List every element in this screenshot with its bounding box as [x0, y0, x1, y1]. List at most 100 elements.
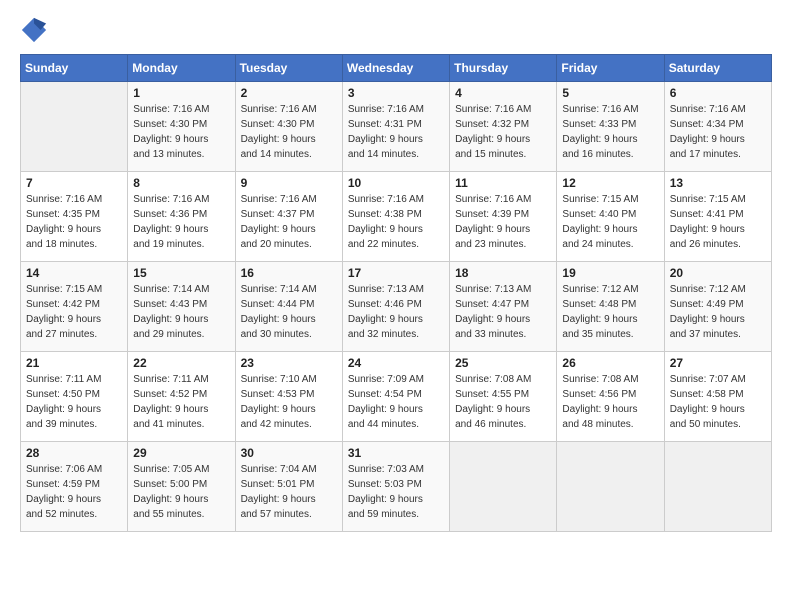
day-info: Sunrise: 7:16 AM Sunset: 4:31 PM Dayligh… [348, 102, 444, 162]
header-friday: Friday [557, 55, 664, 82]
day-info: Sunrise: 7:14 AM Sunset: 4:43 PM Dayligh… [133, 282, 229, 342]
calendar-cell: 11 Sunrise: 7:16 AM Sunset: 4:39 PM Dayli… [450, 172, 557, 262]
day-info: Sunrise: 7:15 AM Sunset: 4:41 PM Dayligh… [670, 192, 766, 252]
day-number: 9 [241, 176, 337, 190]
day-number: 30 [241, 446, 337, 460]
day-number: 16 [241, 266, 337, 280]
day-info: Sunrise: 7:16 AM Sunset: 4:37 PM Dayligh… [241, 192, 337, 252]
day-number: 4 [455, 86, 551, 100]
day-info: Sunrise: 7:10 AM Sunset: 4:53 PM Dayligh… [241, 372, 337, 432]
day-info: Sunrise: 7:16 AM Sunset: 4:39 PM Dayligh… [455, 192, 551, 252]
day-number: 14 [26, 266, 122, 280]
day-number: 7 [26, 176, 122, 190]
calendar-cell: 14 Sunrise: 7:15 AM Sunset: 4:42 PM Dayli… [21, 262, 128, 352]
calendar-cell: 29 Sunrise: 7:05 AM Sunset: 5:00 PM Dayli… [128, 442, 235, 532]
day-number: 21 [26, 356, 122, 370]
calendar-cell: 26 Sunrise: 7:08 AM Sunset: 4:56 PM Dayli… [557, 352, 664, 442]
day-number: 19 [562, 266, 658, 280]
calendar-cell: 18 Sunrise: 7:13 AM Sunset: 4:47 PM Dayli… [450, 262, 557, 352]
week-row-2: 14 Sunrise: 7:15 AM Sunset: 4:42 PM Dayli… [21, 262, 772, 352]
day-number: 27 [670, 356, 766, 370]
day-number: 31 [348, 446, 444, 460]
day-number: 8 [133, 176, 229, 190]
logo-icon [20, 16, 48, 44]
day-info: Sunrise: 7:16 AM Sunset: 4:38 PM Dayligh… [348, 192, 444, 252]
calendar-cell: 20Sunrise: 7:12 AM Sunset: 4:49 PM Dayli… [664, 262, 771, 352]
day-info: Sunrise: 7:11 AM Sunset: 4:50 PM Dayligh… [26, 372, 122, 432]
day-info: Sunrise: 7:15 AM Sunset: 4:42 PM Dayligh… [26, 282, 122, 342]
day-info: Sunrise: 7:08 AM Sunset: 4:55 PM Dayligh… [455, 372, 551, 432]
calendar-cell [557, 442, 664, 532]
day-info: Sunrise: 7:05 AM Sunset: 5:00 PM Dayligh… [133, 462, 229, 522]
day-info: Sunrise: 7:16 AM Sunset: 4:36 PM Dayligh… [133, 192, 229, 252]
day-number: 3 [348, 86, 444, 100]
day-number: 1 [133, 86, 229, 100]
page-header [20, 16, 772, 44]
day-number: 24 [348, 356, 444, 370]
day-info: Sunrise: 7:13 AM Sunset: 4:47 PM Dayligh… [455, 282, 551, 342]
calendar-cell: 1 Sunrise: 7:16 AM Sunset: 4:30 PM Daylig… [128, 82, 235, 172]
calendar-cell: 8 Sunrise: 7:16 AM Sunset: 4:36 PM Daylig… [128, 172, 235, 262]
calendar-cell: 17 Sunrise: 7:13 AM Sunset: 4:46 PM Dayli… [342, 262, 449, 352]
day-number: 23 [241, 356, 337, 370]
day-number: 6 [670, 86, 766, 100]
week-row-3: 21 Sunrise: 7:11 AM Sunset: 4:50 PM Dayli… [21, 352, 772, 442]
calendar-cell: 24 Sunrise: 7:09 AM Sunset: 4:54 PM Dayli… [342, 352, 449, 442]
header-saturday: Saturday [664, 55, 771, 82]
calendar-cell: 19 Sunrise: 7:12 AM Sunset: 4:48 PM Dayli… [557, 262, 664, 352]
calendar-table: SundayMondayTuesdayWednesdayThursdayFrid… [20, 54, 772, 532]
calendar-cell: 27Sunrise: 7:07 AM Sunset: 4:58 PM Dayli… [664, 352, 771, 442]
day-number: 2 [241, 86, 337, 100]
calendar-cell [21, 82, 128, 172]
calendar-cell: 15 Sunrise: 7:14 AM Sunset: 4:43 PM Dayli… [128, 262, 235, 352]
day-number: 15 [133, 266, 229, 280]
day-number: 10 [348, 176, 444, 190]
calendar-cell: 2 Sunrise: 7:16 AM Sunset: 4:30 PM Daylig… [235, 82, 342, 172]
calendar-cell: 16Sunrise: 7:14 AM Sunset: 4:44 PM Dayli… [235, 262, 342, 352]
day-number: 26 [562, 356, 658, 370]
calendar-cell: 31 Sunrise: 7:03 AM Sunset: 5:03 PM Dayli… [342, 442, 449, 532]
calendar-header-row: SundayMondayTuesdayWednesdayThursdayFrid… [21, 55, 772, 82]
header-wednesday: Wednesday [342, 55, 449, 82]
calendar-cell: 12 Sunrise: 7:15 AM Sunset: 4:40 PM Dayli… [557, 172, 664, 262]
header-monday: Monday [128, 55, 235, 82]
day-number: 20 [670, 266, 766, 280]
calendar-cell: 10 Sunrise: 7:16 AM Sunset: 4:38 PM Dayli… [342, 172, 449, 262]
day-info: Sunrise: 7:09 AM Sunset: 4:54 PM Dayligh… [348, 372, 444, 432]
calendar-cell: 4 Sunrise: 7:16 AM Sunset: 4:32 PM Daylig… [450, 82, 557, 172]
day-number: 28 [26, 446, 122, 460]
day-info: Sunrise: 7:03 AM Sunset: 5:03 PM Dayligh… [348, 462, 444, 522]
calendar-cell: 13Sunrise: 7:15 AM Sunset: 4:41 PM Dayli… [664, 172, 771, 262]
calendar-cell [450, 442, 557, 532]
day-info: Sunrise: 7:16 AM Sunset: 4:33 PM Dayligh… [562, 102, 658, 162]
calendar-cell: 9 Sunrise: 7:16 AM Sunset: 4:37 PM Daylig… [235, 172, 342, 262]
calendar-cell: 25 Sunrise: 7:08 AM Sunset: 4:55 PM Dayli… [450, 352, 557, 442]
calendar-cell: 22Sunrise: 7:11 AM Sunset: 4:52 PM Dayli… [128, 352, 235, 442]
calendar-cell: 6 Sunrise: 7:16 AM Sunset: 4:34 PM Daylig… [664, 82, 771, 172]
day-info: Sunrise: 7:08 AM Sunset: 4:56 PM Dayligh… [562, 372, 658, 432]
header-thursday: Thursday [450, 55, 557, 82]
day-info: Sunrise: 7:16 AM Sunset: 4:30 PM Dayligh… [241, 102, 337, 162]
day-info: Sunrise: 7:16 AM Sunset: 4:34 PM Dayligh… [670, 102, 766, 162]
calendar-cell: 28 Sunrise: 7:06 AM Sunset: 4:59 PM Dayli… [21, 442, 128, 532]
day-number: 22 [133, 356, 229, 370]
week-row-4: 28 Sunrise: 7:06 AM Sunset: 4:59 PM Dayli… [21, 442, 772, 532]
day-info: Sunrise: 7:15 AM Sunset: 4:40 PM Dayligh… [562, 192, 658, 252]
week-row-1: 7 Sunrise: 7:16 AM Sunset: 4:35 PM Daylig… [21, 172, 772, 262]
day-info: Sunrise: 7:12 AM Sunset: 4:48 PM Dayligh… [562, 282, 658, 342]
day-number: 25 [455, 356, 551, 370]
day-info: Sunrise: 7:13 AM Sunset: 4:46 PM Dayligh… [348, 282, 444, 342]
day-number: 5 [562, 86, 658, 100]
day-info: Sunrise: 7:16 AM Sunset: 4:32 PM Dayligh… [455, 102, 551, 162]
day-info: Sunrise: 7:16 AM Sunset: 4:35 PM Dayligh… [26, 192, 122, 252]
day-number: 11 [455, 176, 551, 190]
calendar-cell: 5 Sunrise: 7:16 AM Sunset: 4:33 PM Daylig… [557, 82, 664, 172]
calendar-cell [664, 442, 771, 532]
day-info: Sunrise: 7:06 AM Sunset: 4:59 PM Dayligh… [26, 462, 122, 522]
day-number: 12 [562, 176, 658, 190]
day-info: Sunrise: 7:16 AM Sunset: 4:30 PM Dayligh… [133, 102, 229, 162]
day-number: 18 [455, 266, 551, 280]
header-sunday: Sunday [21, 55, 128, 82]
day-number: 29 [133, 446, 229, 460]
day-number: 17 [348, 266, 444, 280]
